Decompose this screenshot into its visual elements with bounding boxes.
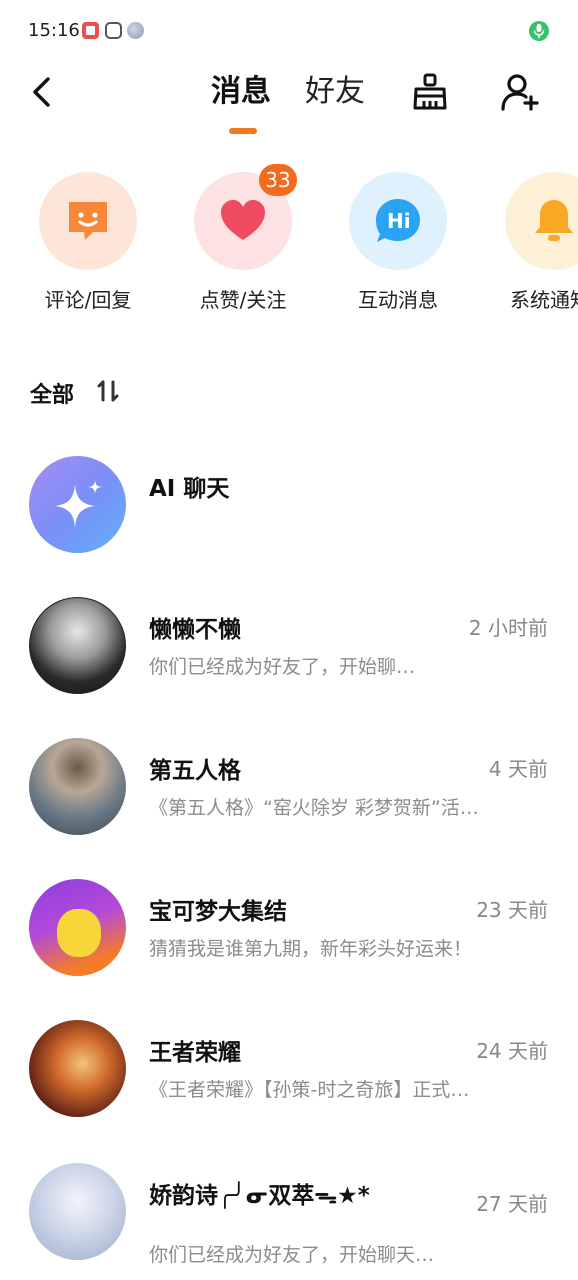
quick-icon-circle	[39, 172, 137, 270]
conversation-item[interactable]: 宝可梦大集结 23 天前 猜猜我是谁第九期，新年彩头好运来！	[0, 876, 578, 976]
avatar	[29, 597, 126, 694]
conversation-time: 2 小时前	[468, 616, 548, 640]
quick-system-notifications[interactable]: 系统通知	[484, 170, 578, 320]
status-bar: 15:16	[0, 0, 578, 62]
quick-label: 系统通知	[510, 288, 578, 312]
conversation-preview: 猜猜我是谁第九期，新年彩头好运来！	[149, 938, 473, 960]
clean-button[interactable]	[410, 72, 450, 112]
conversation-time: 4 天前	[488, 757, 548, 781]
heart-icon	[221, 200, 265, 240]
conversation-name: 第五人格	[149, 758, 241, 784]
quick-icon-circle	[505, 172, 578, 270]
add-friend-button[interactable]	[500, 72, 540, 112]
clean-brush-icon	[413, 73, 447, 110]
conversation-time: 24 天前	[476, 1039, 548, 1063]
microphone-active-icon	[529, 21, 549, 41]
avatar	[29, 456, 126, 553]
conversation-preview: 《第五人格》“窑火除岁 彩梦贺新”活动…	[149, 797, 479, 819]
hi-bubble-icon: Hi	[376, 199, 420, 242]
avatar	[29, 1020, 126, 1117]
add-friend-icon	[501, 74, 539, 111]
tab-messages[interactable]: 消息	[211, 74, 271, 110]
conversation-name: 王者荣耀	[149, 1040, 241, 1066]
globe-app-icon	[127, 22, 144, 39]
unread-badge: 33	[259, 164, 297, 196]
quick-label: 点赞/关注	[199, 288, 287, 312]
conversation-item[interactable]: 王者荣耀 24 天前 《王者荣耀》【孙策-时之奇旅】正式登…	[0, 1017, 578, 1117]
tab-friends[interactable]: 好友	[305, 74, 365, 110]
comment-smile-icon	[69, 202, 107, 240]
conversation-name: 娇韵诗╭╯ᓂ双萃ᯓ★*	[149, 1183, 370, 1209]
avatar	[29, 738, 126, 835]
avatar	[29, 879, 126, 976]
hand-app-icon	[105, 22, 122, 39]
header: 消息 好友	[0, 62, 578, 142]
conversation-item[interactable]: 第五人格 4 天前 《第五人格》“窑火除岁 彩梦贺新”活动…	[0, 735, 578, 835]
bell-icon	[535, 200, 573, 241]
conversation-item[interactable]: 娇韵诗╭╯ᓂ双萃ᯓ★* 27 天前 你们已经成为好友了，开始聊天…	[0, 1160, 578, 1266]
conversation-preview: 《王者荣耀》【孙策-时之奇旅】正式登…	[149, 1079, 479, 1101]
chevron-left-icon	[33, 77, 50, 107]
quick-icon-circle: Hi	[349, 172, 447, 270]
conversation-time: 23 天前	[476, 898, 548, 922]
active-tab-indicator	[229, 128, 257, 134]
quick-interactions[interactable]: Hi 互动消息	[328, 170, 468, 320]
conversation-time: 27 天前	[476, 1192, 548, 1216]
section-title: 全部	[30, 383, 75, 408]
conversation-name: AI 聊天	[149, 476, 230, 502]
status-time: 15:16	[28, 20, 80, 41]
conversation-item[interactable]: 懒懒不懒 2 小时前 你们已经成为好友了，开始聊…	[0, 594, 578, 694]
sort-button[interactable]	[96, 378, 122, 404]
conversation-preview: 你们已经成为好友了，开始聊…	[149, 656, 416, 678]
back-button[interactable]	[26, 74, 60, 110]
quick-comment-reply[interactable]: 评论/回复	[18, 170, 158, 320]
svg-text:Hi: Hi	[387, 209, 411, 233]
conversation-name: 懒懒不懒	[149, 617, 241, 643]
sort-icon	[97, 380, 119, 402]
quick-actions: 评论/回复 33 点赞/关注 Hi 互动消息 系统通知	[0, 164, 578, 320]
sparkle-icon	[55, 480, 102, 528]
conversation-preview: 你们已经成为好友了，开始聊天…	[149, 1244, 435, 1266]
quick-label: 互动消息	[358, 288, 438, 312]
quick-likes-follows[interactable]: 33 点赞/关注	[173, 164, 313, 320]
notification-app-icon	[82, 22, 99, 39]
quick-label: 评论/回复	[44, 288, 132, 312]
conversation-item[interactable]: AI 聊天	[0, 453, 578, 553]
conversation-name: 宝可梦大集结	[149, 899, 287, 925]
avatar	[29, 1163, 126, 1260]
